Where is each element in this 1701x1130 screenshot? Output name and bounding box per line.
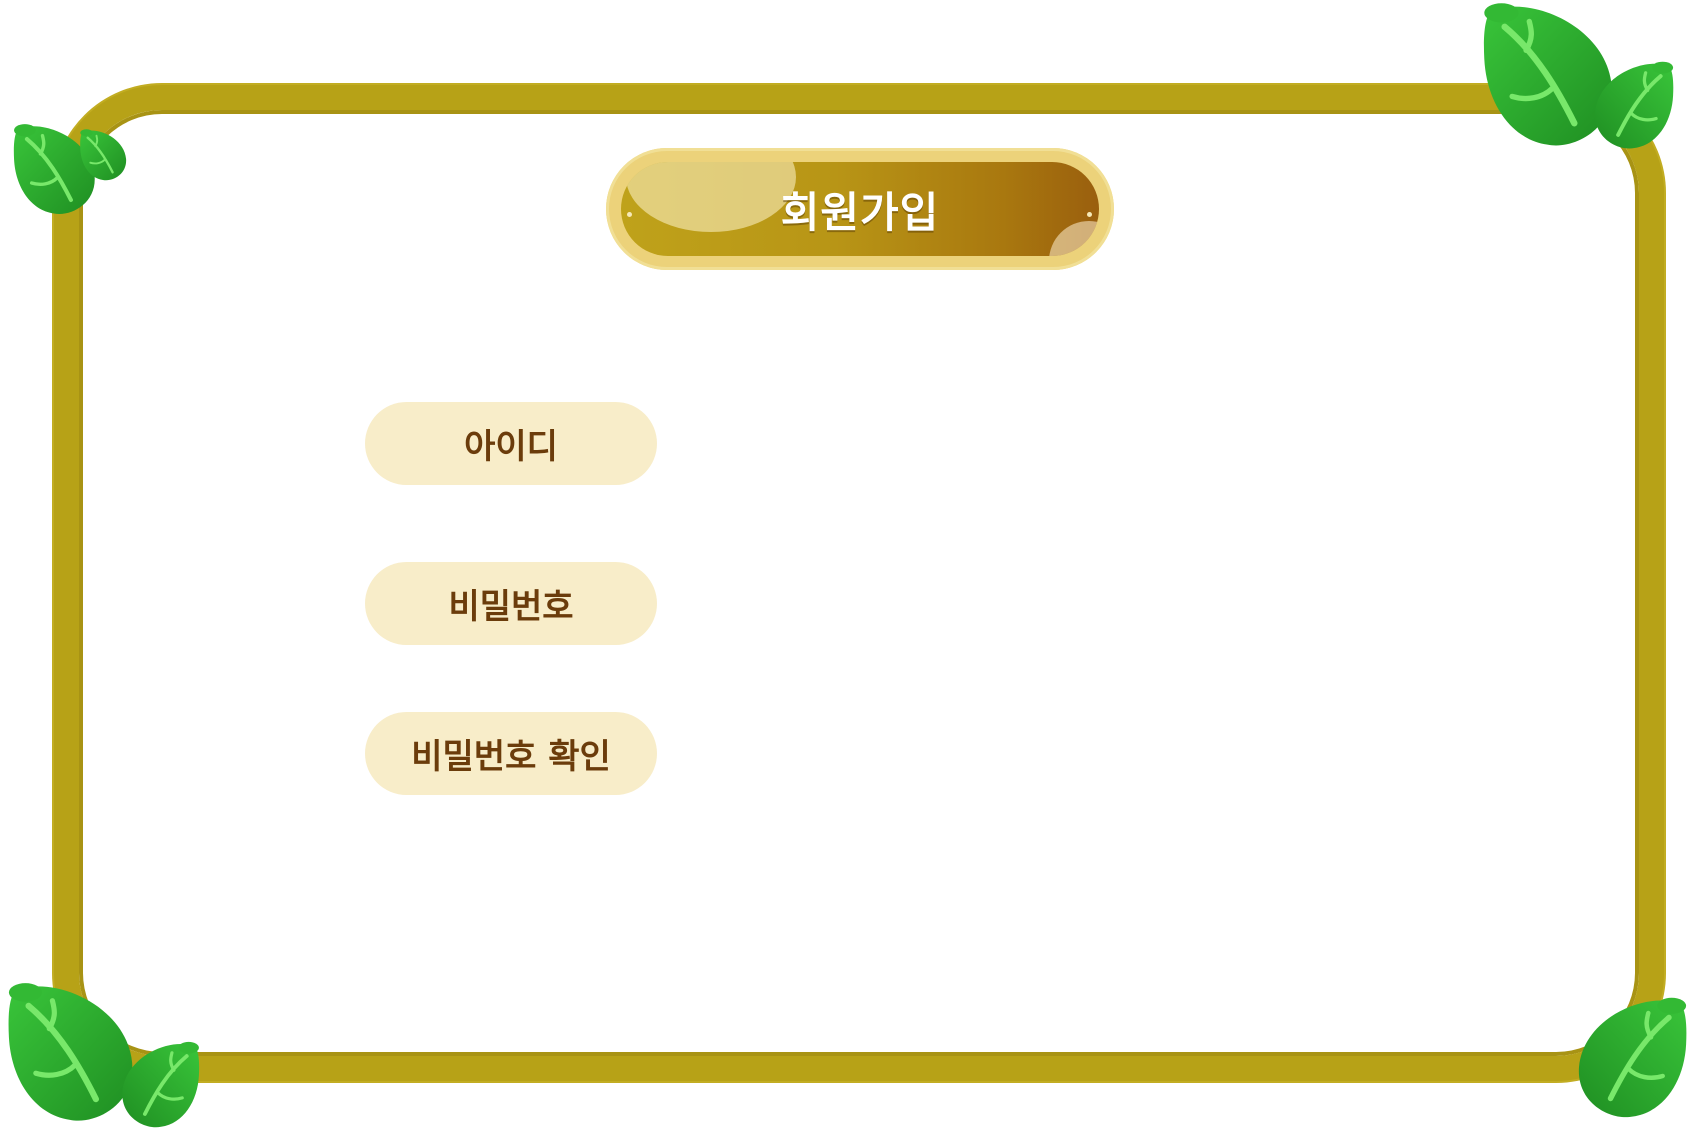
title-banner: 회원가입: [606, 148, 1114, 270]
leaf-icon: [78, 125, 128, 185]
id-label: 아이디: [365, 402, 657, 485]
title-banner-inner: 회원가입: [621, 162, 1099, 256]
page-title: 회원가입: [780, 187, 940, 237]
leaf-icon: [118, 1040, 204, 1130]
password-confirm-label: 비밀번호 확인: [365, 712, 657, 795]
leaf-icon: [1565, 995, 1701, 1121]
leaf-icon: [1592, 58, 1677, 153]
password-label: 비밀번호: [365, 562, 657, 645]
